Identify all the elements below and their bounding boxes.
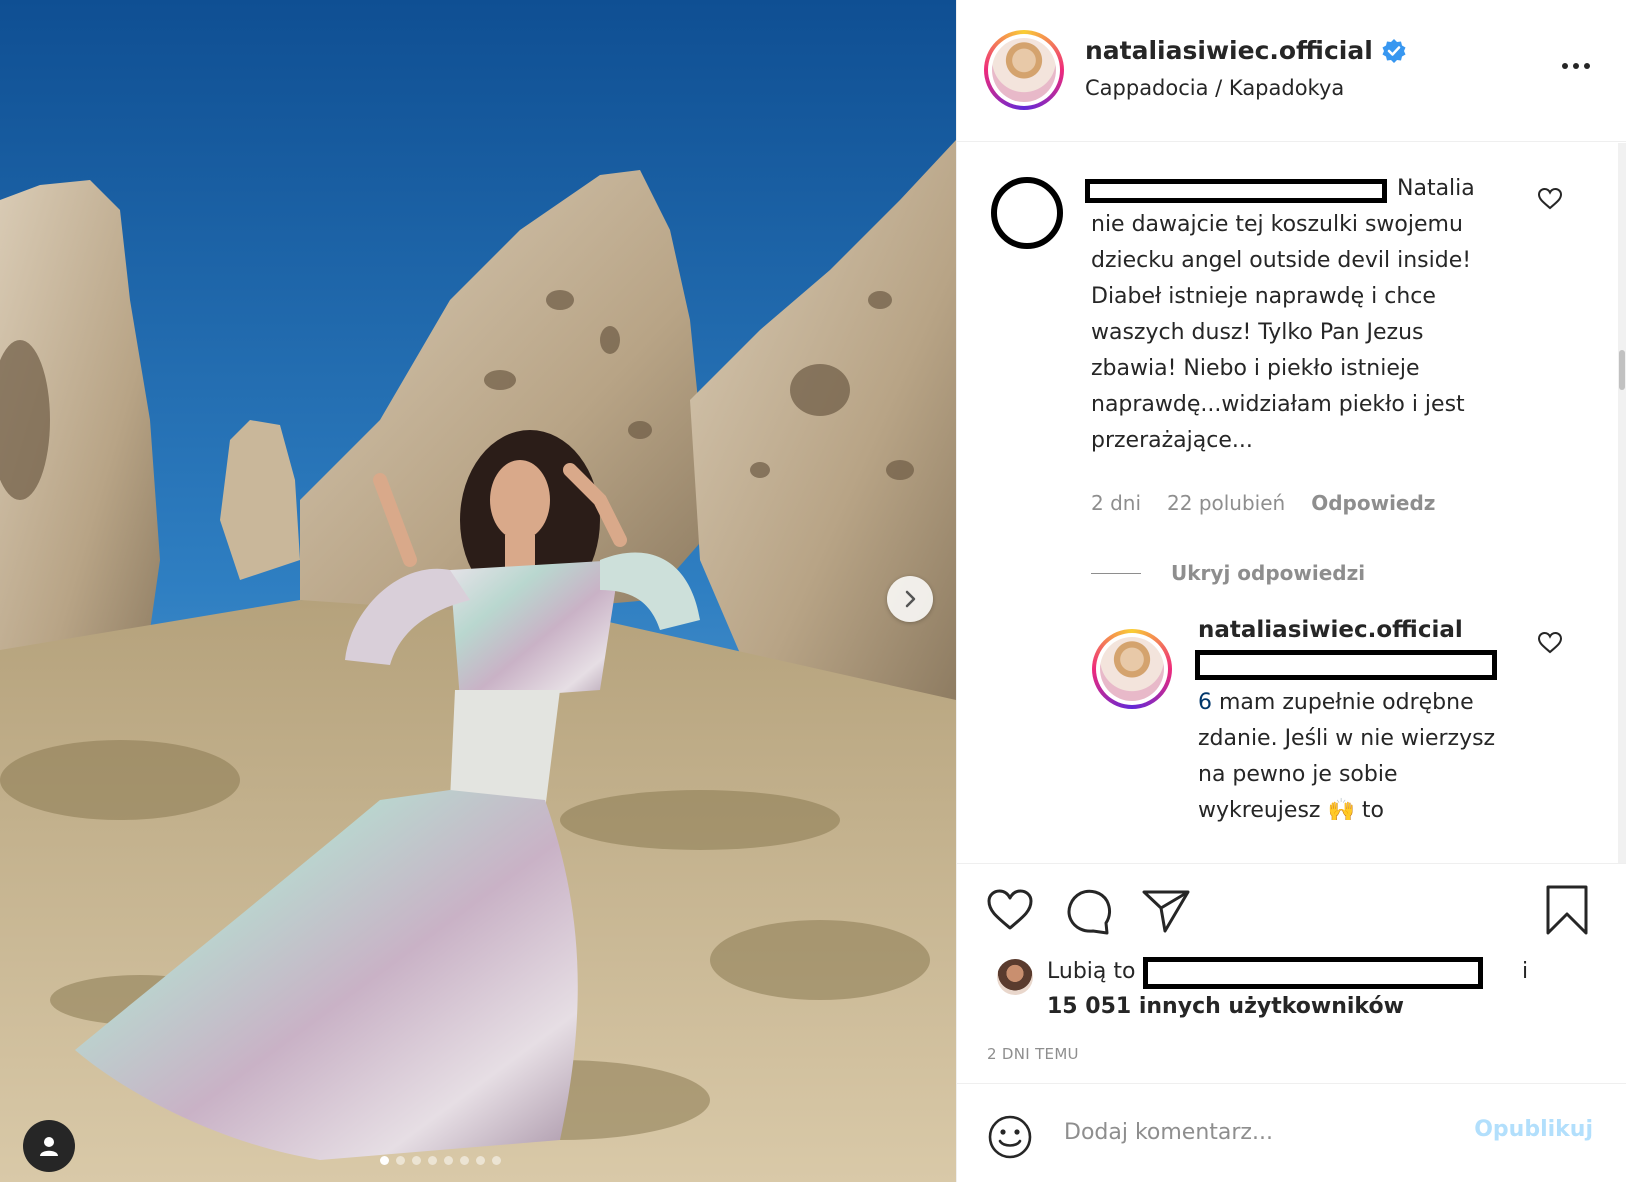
heart-outline-icon [987, 889, 1033, 930]
photo-scene [0, 0, 956, 1182]
comments-scrollbar-thumb[interactable] [1619, 350, 1625, 390]
author-avatar[interactable] [984, 30, 1064, 110]
post-timestamp[interactable]: 2 DNI TEMU [987, 1045, 1079, 1063]
chevron-right-icon [905, 590, 916, 608]
carousel-dot [428, 1156, 437, 1165]
carousel-dot [396, 1156, 405, 1165]
carousel-indicator [380, 1156, 501, 1165]
emoji-button[interactable] [987, 1114, 1033, 1164]
reply-author-avatar[interactable] [1092, 629, 1172, 709]
like-post-button[interactable] [985, 887, 1035, 937]
post-side-panel: nataliasiwiec.official Cappadocia / Kapa… [956, 0, 1626, 1182]
post-location[interactable]: Cappadocia / Kapadokya [1085, 76, 1344, 100]
post-photo[interactable] [0, 0, 956, 1182]
carousel-dot [444, 1156, 453, 1165]
divider-line [1091, 572, 1141, 574]
author-avatar-image [992, 38, 1056, 102]
share-button[interactable] [1141, 888, 1191, 938]
comment-likes[interactable]: 22 polubień [1167, 491, 1285, 515]
reply-mention-number[interactable]: 6 [1198, 690, 1212, 715]
author-username-text: nataliasiwiec.official [1085, 36, 1373, 65]
publish-button[interactable]: Opublikuj [1474, 1117, 1593, 1142]
comments-scrollbar[interactable] [1618, 143, 1626, 863]
comment-meta: 2 dni 22 polubień Odpowiedz [1091, 491, 1435, 515]
comments-section[interactable]: Natalia nie dawajcie tej koszulki swojem… [957, 143, 1626, 863]
redacted-mention [1195, 650, 1497, 680]
comment-button[interactable] [1063, 887, 1113, 939]
liked-by-suffix: i [1522, 959, 1529, 984]
raising-hands-emoji: 🙌 [1327, 798, 1355, 823]
likes-count[interactable]: 15 051 innych użytkowników [1047, 994, 1404, 1019]
carousel-dot [492, 1156, 501, 1165]
reply-button[interactable]: Odpowiedz [1311, 491, 1435, 515]
next-photo-button[interactable] [887, 576, 933, 622]
commenter-avatar[interactable] [991, 177, 1063, 249]
paper-plane-icon [1142, 890, 1190, 933]
reply-text-tail: to [1354, 798, 1384, 823]
hide-replies-label: Ukryj odpowiedzi [1171, 561, 1366, 585]
reply-text: 6 mam zupełnie odrębne zdanie. Jeśli w n… [1198, 685, 1518, 829]
comment-bubble-icon [1067, 889, 1111, 935]
carousel-dot [412, 1156, 421, 1165]
comment-text: Natalia nie dawajcie tej koszulki swojem… [1091, 171, 1511, 459]
verified-badge-icon [1382, 38, 1406, 63]
more-icon [1562, 63, 1590, 69]
post-header: nataliasiwiec.official Cappadocia / Kapa… [957, 0, 1626, 142]
smiley-icon [988, 1115, 1032, 1159]
redacted-liker [1143, 957, 1483, 989]
tagged-users-button[interactable] [23, 1120, 75, 1172]
like-comment-button[interactable] [1537, 187, 1563, 215]
liked-by-avatar[interactable] [997, 959, 1033, 995]
comment-text-body: nie dawajcie tej koszulki swojemu dzieck… [1091, 212, 1472, 453]
carousel-dot [380, 1156, 389, 1165]
comment-text-first: Natalia [1397, 176, 1475, 201]
reply-author-avatar-image [1100, 637, 1164, 701]
heart-outline-icon [1537, 631, 1563, 654]
add-comment-bar: Opublikuj [957, 1083, 1626, 1182]
more-options-button[interactable] [1561, 56, 1591, 75]
hide-replies-button[interactable]: Ukryj odpowiedzi [1091, 561, 1365, 585]
liked-by-prefix: Lubią to [1047, 959, 1136, 984]
reply-author-username[interactable]: nataliasiwiec.official [1198, 617, 1463, 643]
bookmark-icon [1546, 885, 1588, 935]
user-icon [40, 1137, 58, 1156]
author-username[interactable]: nataliasiwiec.official [1085, 36, 1407, 65]
like-reply-button[interactable] [1537, 631, 1563, 659]
carousel-dot [476, 1156, 485, 1165]
heart-outline-icon [1537, 187, 1563, 210]
save-button[interactable] [1545, 884, 1589, 940]
comment-time[interactable]: 2 dni [1091, 491, 1141, 515]
post-actions: Lubią to i 15 051 innych użytkowników 2 … [957, 863, 1626, 1083]
carousel-dot [460, 1156, 469, 1165]
comment-input[interactable] [1064, 1110, 1484, 1154]
